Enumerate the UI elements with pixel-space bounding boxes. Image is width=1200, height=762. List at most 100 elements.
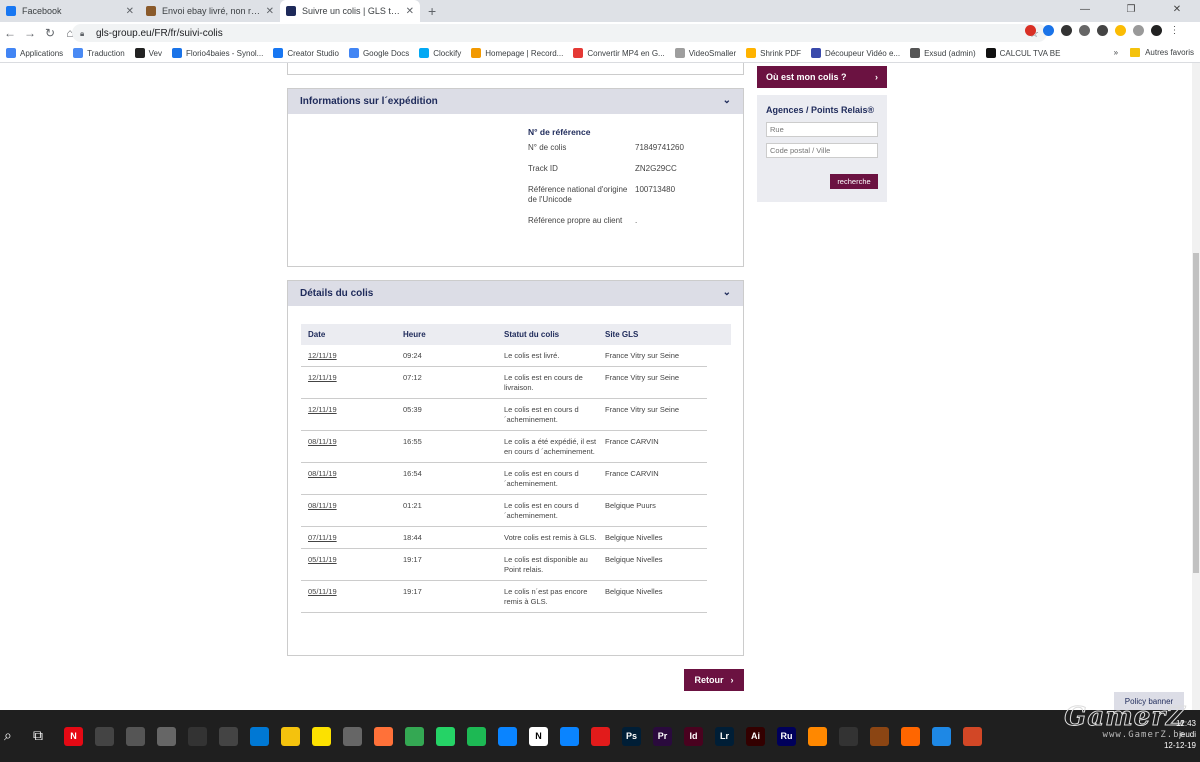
photos-icon[interactable] [157, 726, 176, 746]
bookmark-item[interactable]: Clockify [419, 48, 461, 58]
bookmark-item[interactable]: Traduction [73, 48, 125, 58]
back-button[interactable]: Retour › [684, 669, 744, 691]
cell-date[interactable]: 05/11/19 [301, 555, 403, 575]
other-bookmarks[interactable]: Autres favoris [1145, 48, 1194, 57]
powerpoint-icon[interactable] [963, 726, 982, 746]
app1-icon[interactable] [839, 726, 858, 746]
scrollbar-thumb[interactable] [1193, 253, 1199, 573]
cell-date[interactable]: 12/11/19 [301, 405, 403, 425]
chevron-down-icon[interactable]: ⌄ [723, 95, 731, 106]
cell-date[interactable]: 05/11/19 [301, 587, 403, 607]
cell-date[interactable]: 12/11/19 [301, 351, 403, 361]
bookmark-item[interactable]: Florio4baies - Synol... [171, 48, 263, 58]
close-icon[interactable]: ✕ [266, 6, 274, 17]
date-link[interactable]: 08/11/19 [308, 501, 337, 510]
explorer-icon[interactable] [281, 726, 300, 746]
bookmark-item[interactable]: Convertir MP4 en G... [573, 48, 665, 58]
minimize-icon[interactable]: — [1062, 0, 1108, 22]
search-button[interactable]: recherche [830, 174, 878, 189]
extension-icon[interactable] [1133, 25, 1144, 36]
lightroom-icon[interactable]: Lr [715, 726, 734, 746]
bookmark-item[interactable]: Homepage | Record... [471, 48, 563, 58]
calendar-icon[interactable] [95, 726, 114, 746]
calculator-icon[interactable] [126, 726, 145, 746]
where-is-my-parcel-button[interactable]: Où est mon colis ? › [757, 66, 887, 88]
rush-icon[interactable]: Ru [777, 726, 796, 746]
bookmark-item[interactable]: Google Docs [348, 48, 409, 58]
shipment-info-header[interactable]: Informations sur l´expédition ⌄ [288, 89, 743, 114]
more-bookmarks-button[interactable]: » [1114, 48, 1118, 57]
cell-date[interactable]: 08/11/19 [301, 469, 403, 489]
info-icon[interactable] [498, 726, 517, 746]
premiere-icon[interactable]: Pr [653, 726, 672, 746]
new-tab-button[interactable]: + [420, 0, 444, 22]
date-link[interactable]: 05/11/19 [308, 587, 337, 596]
app3-icon[interactable] [901, 726, 920, 746]
address-bar[interactable]: 🔒︎ gls-group.eu/FR/fr/suivi-colis ☆ [72, 24, 1047, 42]
info2-icon[interactable] [560, 726, 579, 746]
parcel-details-header[interactable]: Détails du colis ⌄ [288, 281, 743, 306]
acrobat-icon[interactable] [591, 726, 610, 746]
task-view-icon[interactable]: ⧉ [33, 727, 52, 746]
street-input[interactable] [766, 122, 878, 137]
date-link[interactable]: 12/11/19 [308, 405, 337, 414]
spotify-icon[interactable] [467, 726, 486, 746]
extension-icon[interactable] [1043, 25, 1054, 36]
whatsapp-icon[interactable] [436, 726, 455, 746]
xbox-icon[interactable] [188, 726, 207, 746]
postal-city-input[interactable] [766, 143, 878, 158]
back-icon[interactable]: ← [0, 26, 20, 40]
cell-date[interactable]: 08/11/19 [301, 437, 403, 457]
firefox-icon[interactable] [374, 726, 393, 746]
scrollbar[interactable] [1192, 63, 1200, 710]
close-icon[interactable]: ✕ [126, 6, 134, 17]
chrome-icon[interactable] [405, 726, 424, 746]
forward-icon[interactable]: → [20, 26, 40, 40]
discord-icon[interactable] [219, 726, 238, 746]
date-link[interactable]: 05/11/19 [308, 555, 337, 564]
notion-icon[interactable]: N [529, 726, 548, 746]
date-link[interactable]: 07/11/19 [308, 533, 337, 542]
mail-icon[interactable] [250, 726, 269, 746]
bookmark-item[interactable]: CALCUL TVA BE [985, 48, 1060, 58]
indesign-icon[interactable]: Id [684, 726, 703, 746]
illustrator-icon[interactable]: Ai [746, 726, 765, 746]
bookmark-item[interactable]: VideoSmaller [674, 48, 736, 58]
app4-icon[interactable] [932, 726, 951, 746]
sticky-notes-icon[interactable] [312, 726, 331, 746]
cell-date[interactable]: 08/11/19 [301, 501, 403, 521]
extension-icon[interactable] [1025, 25, 1036, 36]
search-icon[interactable]: ⌕ [4, 727, 23, 746]
bookmark-item[interactable]: Applications [6, 48, 63, 58]
app2-icon[interactable] [870, 726, 889, 746]
vlc-icon[interactable] [808, 726, 827, 746]
date-link[interactable]: 08/11/19 [308, 437, 337, 446]
tab-gls[interactable]: Suivre un colis | GLS transporteu ✕ [280, 0, 420, 22]
restore-icon[interactable]: ❐ [1108, 0, 1154, 22]
extension-icon[interactable] [1097, 25, 1108, 36]
tab-ebay[interactable]: Envoi ebay livré, non reçu, garan ✕ [140, 0, 280, 22]
extension-icon[interactable] [1079, 25, 1090, 36]
menu-icon[interactable]: ⋮ [1169, 25, 1180, 36]
date-link[interactable]: 12/11/19 [308, 373, 337, 382]
chevron-down-icon[interactable]: ⌄ [723, 287, 731, 298]
extension-icon[interactable] [1115, 25, 1126, 36]
bookmark-item[interactable]: Découpeur Vidéo e... [811, 48, 900, 58]
bookmark-item[interactable]: Creator Studio [273, 48, 339, 58]
close-icon[interactable]: ✕ [406, 6, 414, 17]
store-icon[interactable] [343, 726, 362, 746]
photoshop-icon[interactable]: Ps [622, 726, 641, 746]
bookmark-item[interactable]: Vev [134, 48, 162, 58]
date-link[interactable]: 08/11/19 [308, 469, 337, 478]
tab-facebook[interactable]: Facebook ✕ [0, 0, 140, 22]
cell-date[interactable]: 12/11/19 [301, 373, 403, 393]
cell-date[interactable]: 07/11/19 [301, 533, 403, 543]
close-window-icon[interactable]: ✕ [1154, 0, 1200, 22]
netflix-icon[interactable]: N [64, 726, 83, 746]
avatar[interactable] [1151, 25, 1162, 36]
bookmark-item[interactable]: Shrink PDF [746, 48, 801, 58]
extension-icon[interactable] [1061, 25, 1072, 36]
date-link[interactable]: 12/11/19 [308, 351, 337, 360]
reload-icon[interactable]: ↻ [40, 26, 60, 40]
bookmark-item[interactable]: Exsud (admin) [910, 48, 976, 58]
